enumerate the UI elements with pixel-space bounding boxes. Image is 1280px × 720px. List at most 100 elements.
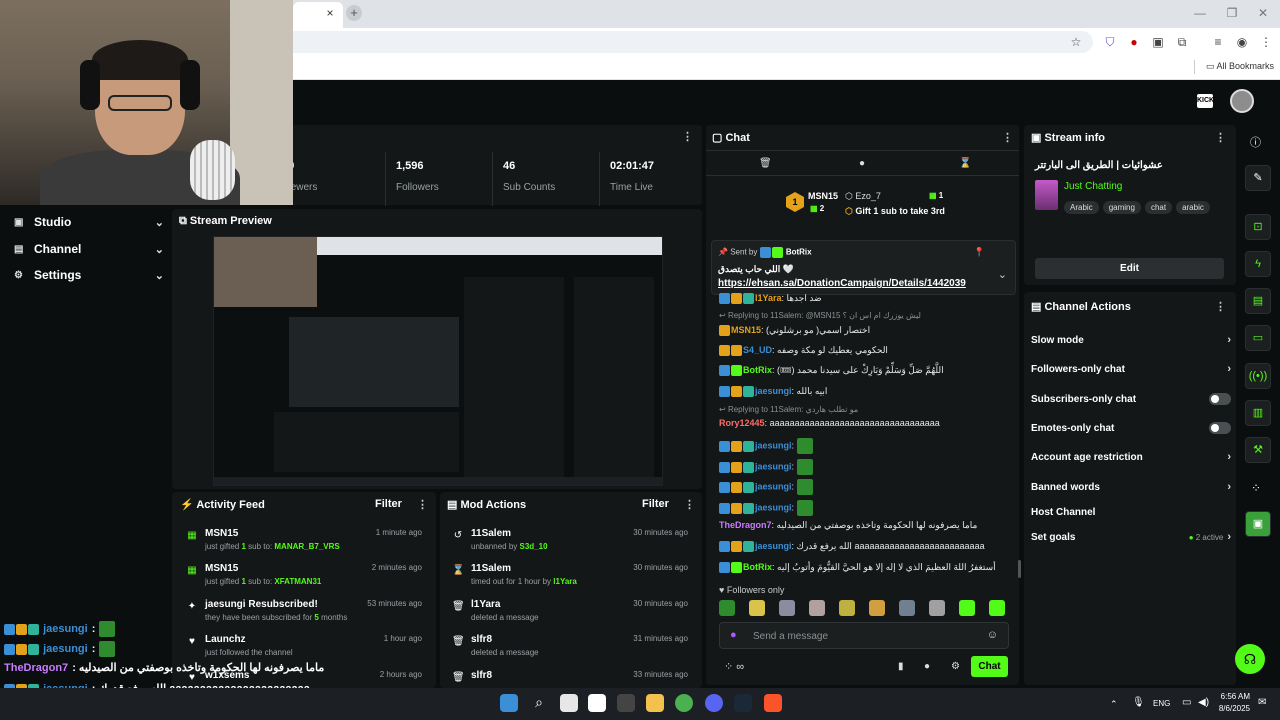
chat-trash-icon[interactable]: 🗑 bbox=[759, 158, 772, 169]
chat-menu-icon[interactable]: ⋮ bbox=[1002, 131, 1013, 144]
steam-icon[interactable] bbox=[734, 694, 752, 712]
user-avatar[interactable] bbox=[1230, 89, 1254, 113]
chat-message[interactable]: MSN15: اختصار اسمي( مو برشلوني) bbox=[719, 325, 870, 337]
discord-icon[interactable] bbox=[705, 694, 723, 712]
clock-time[interactable]: 6:56 AM bbox=[1218, 692, 1250, 701]
chat-username[interactable]: BotRix bbox=[743, 562, 772, 572]
new-tab-button[interactable]: + bbox=[346, 5, 362, 21]
nav-studio[interactable]: ▣ Studio ⌄ bbox=[14, 212, 164, 232]
emoji-icon[interactable]: ☺ bbox=[987, 629, 998, 641]
extensions-puzzle-icon[interactable]: ⧉ bbox=[1173, 33, 1191, 51]
layers-icon[interactable]: ▥ bbox=[1245, 400, 1271, 426]
extension-opera-icon[interactable]: ● bbox=[1125, 33, 1143, 51]
chat-timer-icon[interactable]: ⌛ bbox=[959, 158, 971, 169]
chat-username[interactable]: jaesungi bbox=[755, 386, 792, 396]
browser-menu-icon[interactable]: ⋮ bbox=[1257, 33, 1275, 51]
stats-menu-icon[interactable]: ⋮ bbox=[682, 130, 693, 143]
chat-username[interactable]: S4_UD bbox=[743, 345, 772, 355]
extension-shield-icon[interactable]: ⛉ bbox=[1101, 33, 1119, 51]
channel-action-emotes-only-chat[interactable]: Emotes-only chat bbox=[1031, 419, 1231, 437]
extension-icon[interactable]: ▣ bbox=[1149, 33, 1167, 51]
bolt-icon[interactable]: ϟ bbox=[1245, 251, 1271, 277]
maximize-icon[interactable]: ❐ bbox=[1222, 4, 1242, 22]
channel-action-host-channel[interactable]: Host Channel bbox=[1031, 503, 1231, 521]
gear-icon[interactable]: ⚙ bbox=[951, 661, 960, 672]
chat-send-button[interactable]: Chat bbox=[971, 656, 1008, 677]
clock-date[interactable]: 8/6/2025 bbox=[1216, 704, 1250, 713]
chat-username[interactable]: l1Yara bbox=[755, 293, 782, 303]
chat-trash-icon[interactable]: ▮ bbox=[898, 661, 904, 672]
help-icon[interactable]: ⓘ bbox=[1250, 134, 1261, 150]
tab-close-icon[interactable]: × bbox=[323, 6, 337, 20]
tag[interactable]: Arabic bbox=[1064, 201, 1099, 214]
chat-message[interactable]: S4_UD: الحكومي يعطيك لو مكة وصفه bbox=[719, 345, 888, 357]
all-bookmarks-link[interactable]: ▭ All Bookmarks bbox=[1206, 61, 1274, 72]
notification-icon[interactable]: ✉ bbox=[1258, 697, 1266, 708]
chat-username[interactable]: jaesungi bbox=[755, 541, 792, 551]
emote-icon[interactable] bbox=[899, 600, 915, 616]
category-thumbnail[interactable] bbox=[1035, 180, 1058, 210]
chevron-down-icon[interactable]: ⌄ bbox=[998, 268, 1007, 281]
chat-message[interactable]: jaesungi: الله يرفع قدرك aaaaaaaaaaaaaaa… bbox=[719, 541, 985, 553]
mod-menu-icon[interactable]: ⋮ bbox=[684, 498, 695, 511]
chat-message[interactable]: Rory12445: aaaaaaaaaaaaaaaaaaaaaaaaaaaaa… bbox=[719, 418, 940, 428]
reading-list-icon[interactable]: ≡ bbox=[1209, 33, 1227, 51]
stream-info-menu-icon[interactable]: ⋮ bbox=[1215, 131, 1226, 144]
chat-scrollbar[interactable] bbox=[1018, 560, 1021, 578]
nav-channel[interactable]: ▤ Channel ⌄ bbox=[14, 239, 164, 259]
edit-stream-button[interactable]: Edit bbox=[1035, 258, 1224, 279]
toggle-switch[interactable] bbox=[1209, 393, 1231, 405]
emote-icon[interactable] bbox=[839, 600, 855, 616]
emote-icon[interactable] bbox=[749, 600, 765, 616]
chrome-icon[interactable] bbox=[675, 694, 693, 712]
network-icon[interactable]: ▭ bbox=[1182, 697, 1191, 708]
emote-icon[interactable] bbox=[719, 600, 735, 616]
brave-icon[interactable] bbox=[764, 694, 782, 712]
tag[interactable]: gaming bbox=[1102, 201, 1141, 214]
task-view-icon[interactable] bbox=[560, 694, 578, 712]
channel-action-slow-mode[interactable]: Slow mode › bbox=[1031, 331, 1231, 349]
app-icon[interactable]: ▣ bbox=[1245, 511, 1271, 537]
channel-action-banned-words[interactable]: Banned words › bbox=[1031, 478, 1231, 496]
profile-avatar-icon[interactable]: ◉ bbox=[1233, 33, 1251, 51]
chat-bubble-icon[interactable]: ● bbox=[924, 661, 930, 672]
chat-username[interactable]: jaesungi bbox=[755, 502, 792, 512]
minimize-icon[interactable]: — bbox=[1190, 4, 1210, 22]
mic-tray-icon[interactable]: 🎙 bbox=[1132, 697, 1145, 708]
chat-message[interactable]: jaesungi: bbox=[719, 479, 813, 495]
emote-icon[interactable] bbox=[959, 600, 975, 616]
chat-username[interactable]: jaesungi bbox=[755, 440, 792, 450]
channel-action-followers-only-chat[interactable]: Followers-only chat › bbox=[1031, 360, 1231, 378]
stream-preview-video[interactable] bbox=[213, 236, 663, 486]
obs-icon[interactable] bbox=[617, 694, 635, 712]
channel-action-account-age-restriction[interactable]: Account age restriction › bbox=[1031, 448, 1231, 466]
broadcast-icon[interactable]: ((•)) bbox=[1245, 363, 1271, 389]
tag[interactable]: arabic bbox=[1176, 201, 1210, 214]
mod-filter-button[interactable]: Filter bbox=[642, 498, 669, 510]
windows-start-icon[interactable] bbox=[500, 694, 518, 712]
chat-input[interactable]: ● Send a message ☺ bbox=[719, 622, 1009, 649]
pinned-message[interactable]: 📌 Sent by BotRix 📍 اللي حاب يتصدق 🤍 http… bbox=[711, 240, 1016, 295]
tag[interactable]: chat bbox=[1144, 201, 1173, 214]
chat-username[interactable]: jaesungi bbox=[755, 481, 792, 491]
support-headset-icon[interactable]: ☊ bbox=[1235, 644, 1265, 674]
tray-arrow-icon[interactable]: ⌃ bbox=[1110, 699, 1118, 710]
channel-action-set-goals[interactable]: Set goals ● 2 active › bbox=[1031, 528, 1231, 546]
chat-username[interactable]: MSN15 bbox=[731, 325, 761, 335]
close-window-icon[interactable]: ✕ bbox=[1253, 4, 1273, 22]
toggle-switch[interactable] bbox=[1209, 422, 1231, 434]
nav-settings[interactable]: ⚙ Settings ⌄ bbox=[14, 265, 164, 285]
dots-cluster-icon[interactable]: ⁘ bbox=[1251, 481, 1261, 495]
chat-message[interactable]: BotRix: أستغفرُ اللهَ العظيمَ الذي لا إل… bbox=[719, 562, 996, 574]
pencil-icon[interactable]: ✎ bbox=[1245, 165, 1271, 191]
pinned-link[interactable]: https://ehsan.sa/DonationCampaign/Detail… bbox=[718, 278, 966, 289]
emote-icon[interactable] bbox=[989, 600, 1005, 616]
chat-message[interactable]: jaesungi: ابيه بالله bbox=[719, 386, 827, 398]
gift-second[interactable]: ⬡ Ezo_7 bbox=[845, 191, 881, 202]
emote-icon[interactable] bbox=[869, 600, 885, 616]
chat-message[interactable]: l1Yara: ضد اجدها bbox=[719, 293, 822, 305]
search-icon[interactable]: ⌕ bbox=[530, 694, 548, 712]
chat-message[interactable]: jaesungi: bbox=[719, 459, 813, 475]
gift-top-user[interactable]: MSN15 bbox=[808, 191, 838, 201]
app-icon[interactable] bbox=[588, 694, 606, 712]
